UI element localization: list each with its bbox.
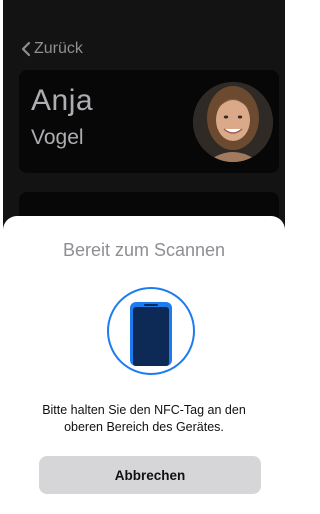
last-name: Vogel: [31, 126, 84, 149]
back-label: Zurück: [34, 40, 83, 57]
app-screen: Zurück Anja Vogel Bereit zum Scannen Bit…: [3, 0, 285, 514]
instruction-text: Bitte halten Sie den NFC-Tag an den ober…: [23, 402, 265, 436]
avatar-photo-icon: [193, 82, 273, 162]
phone-nfc-icon: [107, 287, 195, 375]
sheet-title: Bereit zum Scannen: [62, 240, 226, 260]
first-name: Anja: [31, 84, 94, 117]
cancel-button[interactable]: Abbrechen: [39, 456, 261, 494]
contact-card[interactable]: Anja Vogel: [19, 70, 279, 173]
instruction-line-2: oberen Bereich des Gerätes.: [64, 420, 224, 434]
chevron-left-icon: [21, 41, 31, 57]
nfc-scan-sheet: Bereit zum Scannen Bitte halten Sie den …: [3, 216, 285, 514]
avatar: [193, 82, 273, 162]
instruction-line-1: Bitte halten Sie den NFC-Tag an den: [42, 403, 246, 417]
back-button[interactable]: Zurück: [21, 40, 83, 58]
